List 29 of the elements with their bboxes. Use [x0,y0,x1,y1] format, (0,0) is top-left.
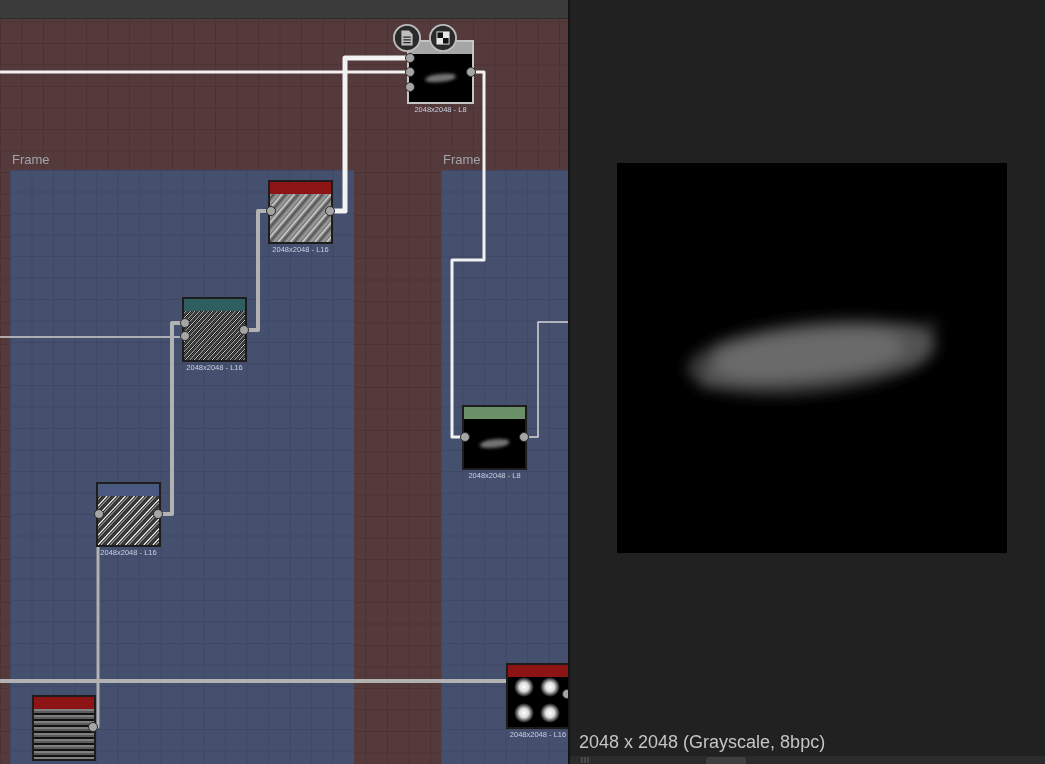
node-thumbnail [184,311,245,360]
scrollbar-thumb[interactable] [706,756,746,764]
output-port[interactable] [466,67,476,77]
image-info-text: 2048 x 2048 (Grayscale, 8bpc) [578,731,827,754]
graph-node[interactable] [182,297,247,362]
output-port[interactable] [88,722,98,732]
smudge-drawing [424,73,457,83]
output-port[interactable] [519,432,529,442]
graph-node[interactable] [32,695,96,761]
frame-title: Frame [12,152,50,168]
node-thumbnail [34,709,94,759]
input-port[interactable] [460,432,470,442]
node-thumbnail [98,496,159,545]
graph-node[interactable] [268,180,333,244]
input-port[interactable] [94,509,104,519]
node-thumbnail [270,194,331,242]
input-port[interactable] [266,206,276,216]
graph-node[interactable] [506,663,568,729]
output-port[interactable] [153,509,163,519]
document-icon[interactable] [393,24,421,52]
frame-title: Frame [443,152,481,168]
output-port[interactable] [325,206,335,216]
horizontal-scrollbar[interactable] [570,756,1045,764]
smudge-drawing [479,438,510,449]
output-port[interactable] [239,325,249,335]
checkerboard-icon[interactable] [429,24,457,52]
graph-node[interactable] [96,482,161,547]
graph-node[interactable] [462,405,527,470]
grip-icon [581,757,589,763]
